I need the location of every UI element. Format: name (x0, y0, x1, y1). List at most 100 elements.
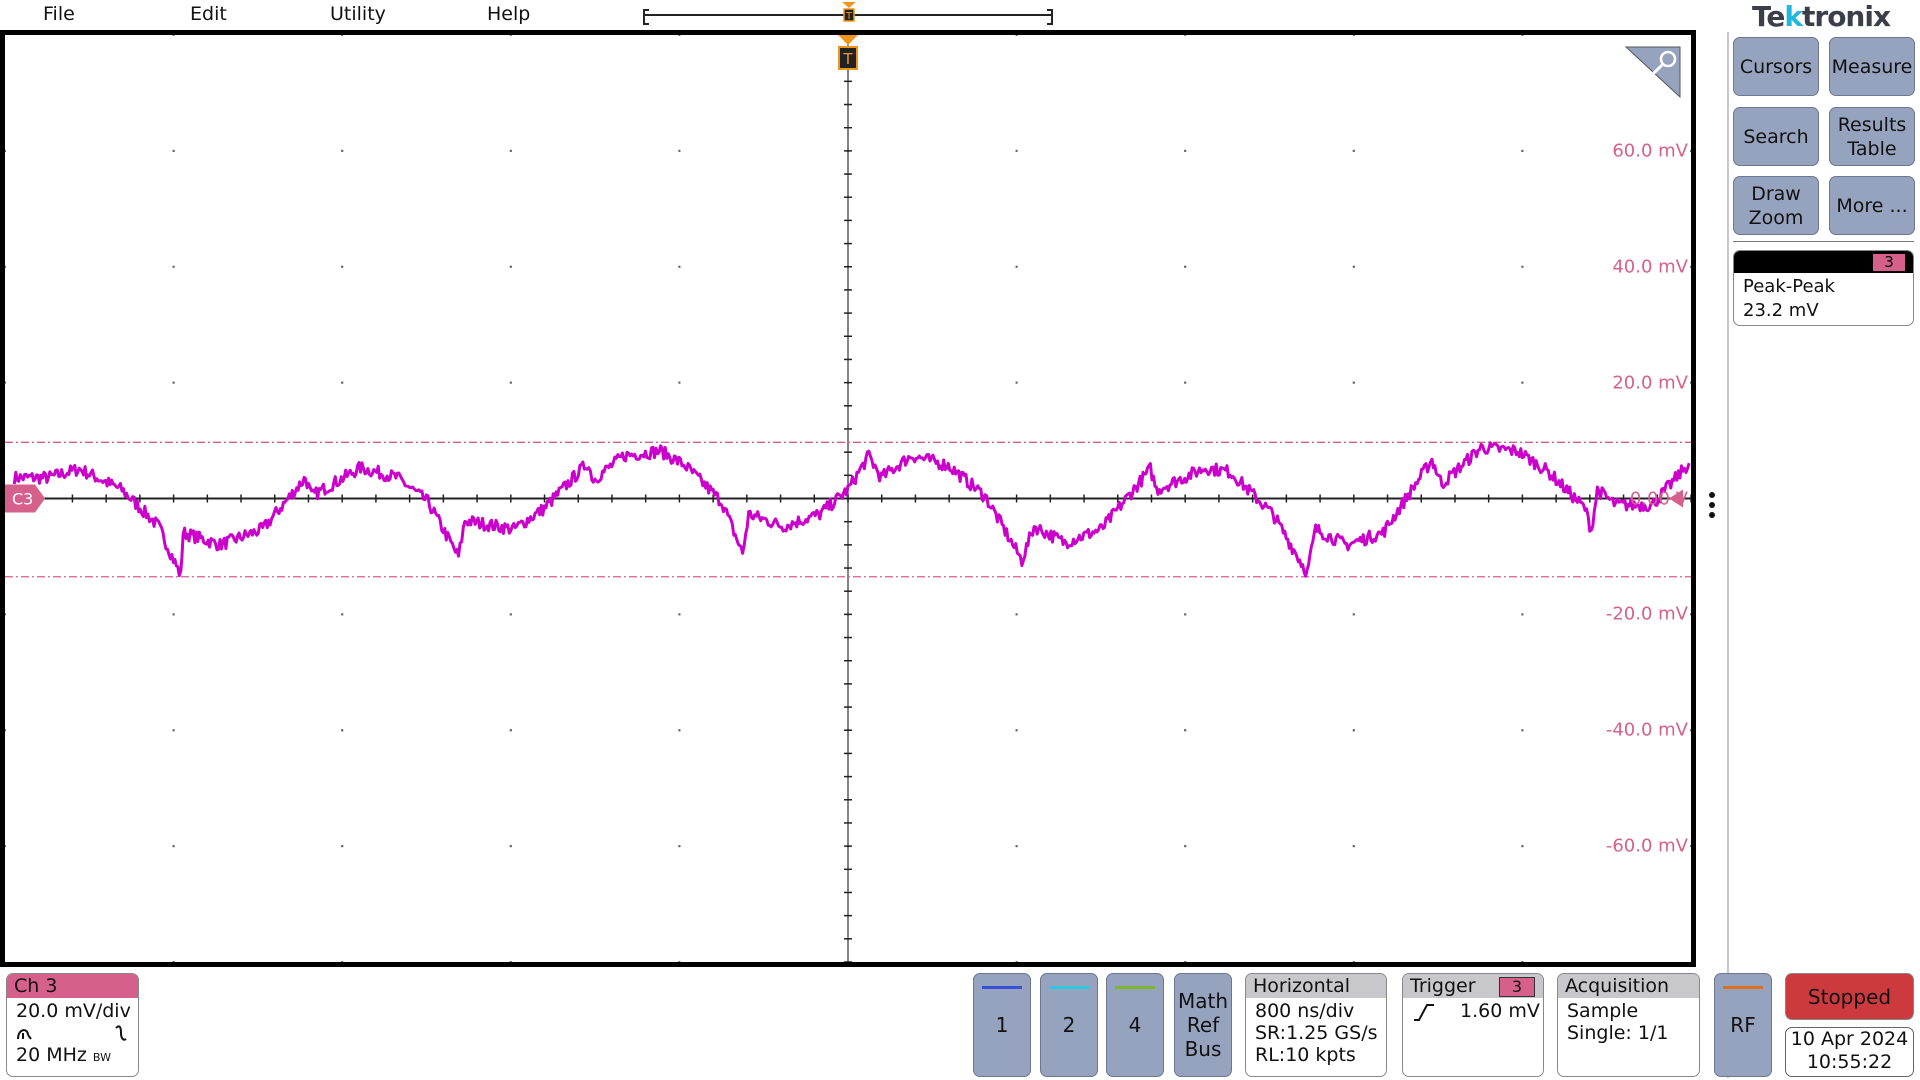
zoom-icon[interactable] (1624, 45, 1682, 99)
grid-dot (1352, 613, 1355, 616)
side-divider (1733, 241, 1914, 242)
horizontal-badge[interactable]: Horizontal 800 ns/div SR:1.25 GS/s RL:10… (1245, 973, 1387, 1077)
ch3-bandwidth: 20 MHz (16, 1044, 87, 1066)
grid-dot (1352, 961, 1355, 962)
grid-dot (5, 149, 6, 152)
tektronix-logo: Tektronix (1752, 0, 1891, 33)
measurement-value: 23.2 mV (1743, 300, 1819, 321)
grid-dot (678, 381, 681, 384)
rising-edge-icon (1414, 1004, 1434, 1021)
y-axis-label: -60.0 mV (1605, 835, 1688, 857)
grid-dot (678, 961, 681, 962)
grid-dot (1184, 35, 1187, 36)
grid-dot (5, 265, 6, 268)
grid-dot (509, 35, 512, 36)
grid-dot (1015, 613, 1018, 616)
channel-3-marker-label: C3 (12, 490, 33, 509)
channel-4-color (1115, 986, 1155, 989)
grid-dot (1521, 265, 1524, 268)
sample-rate: SR:1.25 GS/s (1255, 1022, 1378, 1044)
grid-dot (1352, 845, 1355, 848)
y-axis-label: 60.0 mV (1612, 140, 1688, 162)
grid-dot (1015, 265, 1018, 268)
grid-dot (509, 961, 512, 962)
grid-dot (509, 845, 512, 848)
date-time[interactable]: 10 Apr 2024 10:55:22 (1785, 1027, 1914, 1077)
draw-zoom-button[interactable]: Draw Zoom (1733, 176, 1819, 235)
timeline-trigger-icon: T (842, 2, 856, 22)
grid-dot (509, 381, 512, 384)
y-axis-label: -20.0 mV (1605, 603, 1688, 625)
measure-button[interactable]: Measure (1829, 37, 1915, 96)
grid-dot (1521, 613, 1524, 616)
grid-dot (1352, 149, 1355, 152)
y-axis-label: -40.0 mV (1605, 719, 1688, 741)
record-length: RL:10 kpts (1255, 1044, 1356, 1066)
grid-dot (172, 381, 175, 384)
grid-dot (1184, 845, 1187, 848)
channel-2-color (1049, 986, 1089, 989)
channel-1-button[interactable]: 1 (973, 973, 1031, 1077)
rf-button[interactable]: RF (1714, 973, 1772, 1077)
results-table-button[interactable]: Results Table (1829, 107, 1915, 166)
ch3-scale: 20.0 mV/div (16, 1000, 131, 1022)
time: 10:55:22 (1806, 1051, 1893, 1073)
menu-help[interactable]: Help (487, 3, 530, 25)
grid-dot (1015, 845, 1018, 848)
grid-dot (1521, 381, 1524, 384)
more-options-icon[interactable] (1709, 492, 1715, 522)
grid-dot (341, 149, 344, 152)
grid-dot (341, 613, 344, 616)
grid-dot (1184, 381, 1187, 384)
grid-dot (1184, 265, 1187, 268)
math-ref-bus-button[interactable]: Math Ref Bus (1174, 973, 1232, 1077)
acquisition-badge[interactable]: Acquisition Sample Single: 1/1 (1557, 973, 1700, 1077)
bw-limit-icon: BW (92, 1051, 111, 1064)
grid-dot (172, 35, 175, 36)
svg-text:T: T (845, 11, 853, 22)
grid-dot (341, 961, 344, 962)
grid-dot (509, 149, 512, 152)
grid-dot (1521, 149, 1524, 152)
grid-dot (172, 265, 175, 268)
grid-dot (1015, 149, 1018, 152)
grid-dot (5, 613, 6, 616)
grid-dot (509, 265, 512, 268)
date: 10 Apr 2024 (1790, 1028, 1909, 1050)
cursors-button[interactable]: Cursors (1733, 37, 1819, 96)
trigger-title: Trigger (1410, 975, 1476, 997)
run-stop-status[interactable]: Stopped (1785, 973, 1914, 1020)
grid-dot (509, 613, 512, 616)
measurement-badge[interactable]: 3 Peak-Peak 23.2 mV (1733, 250, 1914, 326)
y-axis-label: 0.00 V (1629, 488, 1688, 509)
grid-dot (1015, 961, 1018, 962)
channel-2-label: 2 (1062, 1013, 1076, 1037)
y-axis-label: 40.0 mV (1612, 256, 1688, 278)
menu-edit[interactable]: Edit (190, 3, 227, 25)
horizontal-title: Horizontal (1246, 974, 1386, 998)
menu-utility[interactable]: Utility (330, 3, 386, 25)
ch3-title: Ch 3 (7, 974, 138, 998)
grid-dot (678, 729, 681, 732)
grid-dot (1521, 729, 1524, 732)
channel-3-badge[interactable]: Ch 3 20.0 mV/div 20 MHz BW (6, 973, 139, 1077)
measurement-channel: 3 (1873, 254, 1905, 271)
more-button[interactable]: More ... (1829, 176, 1915, 235)
waveform-plot[interactable]: C3 T (5, 35, 1691, 962)
channel-2-button[interactable]: 2 (1040, 973, 1098, 1077)
acquisition-title: Acquisition (1558, 974, 1699, 998)
search-button[interactable]: Search (1733, 107, 1819, 166)
y-axis-label: 20.0 mV (1612, 372, 1688, 394)
grid-dot (1015, 381, 1018, 384)
grid-dot (341, 381, 344, 384)
trigger-badge[interactable]: Trigger 3 1.60 mV (1402, 973, 1544, 1077)
grid-dot (1690, 845, 1691, 848)
grid-dot (172, 613, 175, 616)
grid-dot (678, 35, 681, 36)
grid-dot (1184, 613, 1187, 616)
grid-dot (172, 845, 175, 848)
channel-4-button[interactable]: 4 (1106, 973, 1164, 1077)
grid-dot (1184, 729, 1187, 732)
grid-dot (1015, 35, 1018, 36)
menu-file[interactable]: File (43, 3, 75, 25)
